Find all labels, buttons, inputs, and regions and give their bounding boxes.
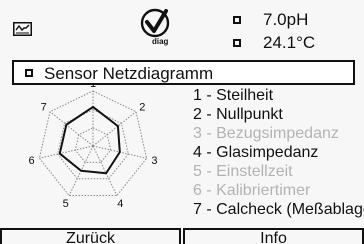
parameter-item-1: 1 - Steilheit xyxy=(193,87,274,104)
parameter-item-5: 5 - Einstellzeit xyxy=(193,163,293,180)
temperature-readout: 24.1°C xyxy=(263,33,316,52)
radar-spoke-7 xyxy=(49,111,94,147)
radar-spoke-6 xyxy=(39,145,94,159)
parameter-item-6: 6 - Kalibriertimer xyxy=(193,182,311,199)
radar-axis-label-3: 3 xyxy=(151,155,157,167)
temperature-channel-marker-icon xyxy=(233,39,241,47)
radar-chart: 1 2 3 4 5 6 7 xyxy=(29,84,158,210)
diag-label: diag xyxy=(152,37,169,46)
status-header: diag 7.0pH 24.1°C xyxy=(0,0,364,54)
radar-axis-label-5: 5 xyxy=(63,198,69,210)
back-button[interactable]: Zurück xyxy=(0,228,181,244)
radar-grid-ring-2 xyxy=(57,109,129,180)
ph-channel-marker-icon xyxy=(233,16,241,24)
ph-readout: 7.0pH xyxy=(263,10,309,29)
radar-axis-label-7: 7 xyxy=(41,102,47,114)
radar-axis-label-1: 1 xyxy=(90,84,96,90)
radar-axis-label-2: 2 xyxy=(139,102,145,114)
parameter-list: 1 - Steilheit 2 - Nullpunkt 3 - Bezugsimpe… xyxy=(193,86,364,219)
page-title: Sensor Netzdiagramm xyxy=(44,64,214,83)
sensor-netzdiagramm-screen: diag 7.0pH 24.1°C Sensor Netzdiagramm 1 2… xyxy=(0,0,364,244)
parameter-item-2: 2 - Nullpunkt xyxy=(193,106,283,123)
parameter-item-4: 4 - Glasimpedanz xyxy=(193,144,319,161)
radar-axis-label-4: 4 xyxy=(117,198,123,210)
radar-spoke-4 xyxy=(92,145,118,196)
measurement-mode-icon[interactable] xyxy=(13,22,32,36)
menu-title-box: Sensor Netzdiagramm xyxy=(12,60,355,85)
parameter-item-3: 3 - Bezugsimpedanz xyxy=(193,125,339,142)
radar-value-polygon xyxy=(58,105,121,175)
radar-spoke-2 xyxy=(92,111,137,147)
radar-axis-label-6: 6 xyxy=(29,155,35,167)
parameter-item-7: 7 - Calcheck (Meßablage) xyxy=(193,201,364,218)
menu-marker-icon xyxy=(25,69,33,77)
info-button[interactable]: Info xyxy=(183,228,364,244)
